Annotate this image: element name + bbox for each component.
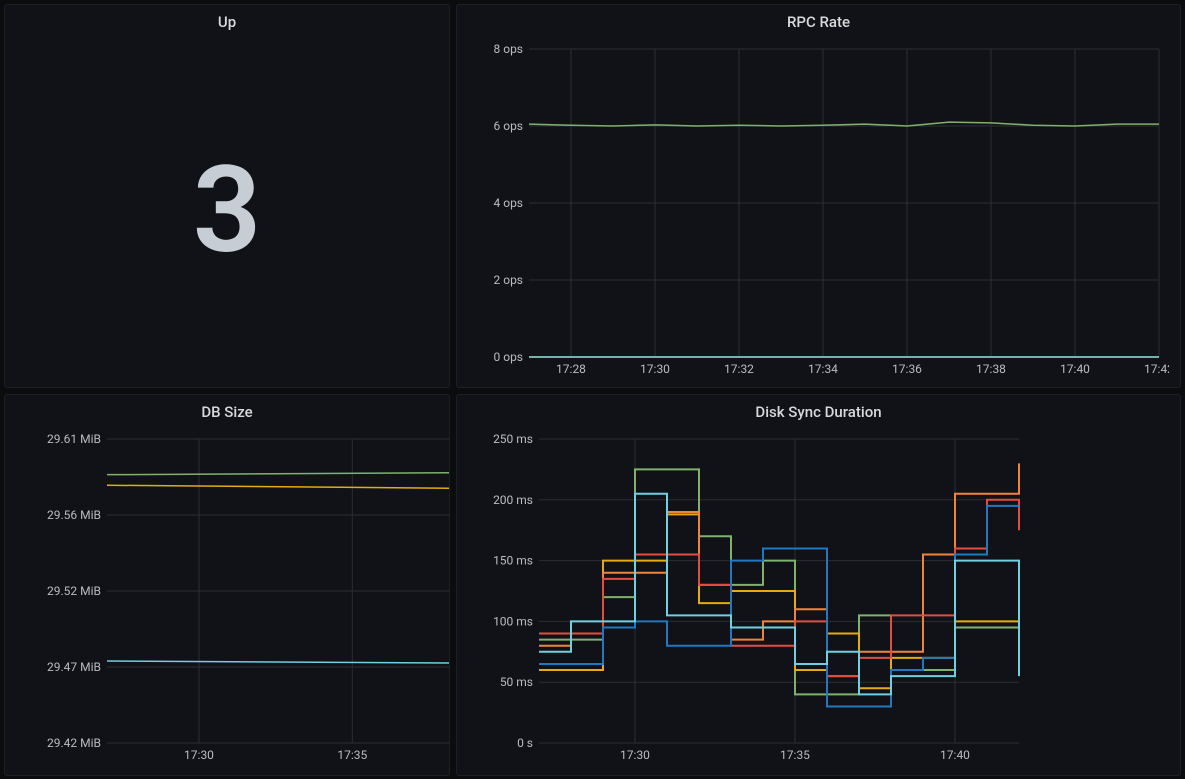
svg-text:2 ops: 2 ops [494,273,524,287]
panel-rpc-chart: 0 ops 2 ops 4 ops 6 ops 8 ops 17:28 17:30 17:32… [457,35,1180,387]
svg-text:17:32: 17:32 [724,362,754,376]
svg-text:17:34: 17:34 [808,362,838,376]
svg-text:250 ms: 250 ms [493,432,533,446]
db-lightblue [107,661,450,664]
svg-text:17:40: 17:40 [940,748,970,762]
db-yellow [107,485,450,489]
svg-text:0 s: 0 s [517,736,533,750]
panel-db-title: DB Size [5,395,449,425]
svg-text:50 ms: 50 ms [500,675,533,689]
svg-text:29.56 MiB: 29.56 MiB [47,508,101,522]
svg-text:200 ms: 200 ms [493,493,533,507]
panel-rpc-rate[interactable]: RPC Rate 0 ops 2 ops 4 ops 6 ops 8 ops 17:28 1… [456,4,1181,388]
svg-text:29.61 MiB: 29.61 MiB [47,432,101,446]
panel-disk-chart: 0 s 50 ms 100 ms 150 ms 200 ms 250 ms 17:30 17:… [457,425,1180,775]
panel-up[interactable]: Up 3 [4,4,450,388]
svg-text:17:30: 17:30 [640,362,670,376]
svg-text:17:28: 17:28 [556,362,586,376]
svg-text:17:30: 17:30 [184,748,214,762]
svg-text:17:42: 17:42 [1144,362,1169,376]
svg-text:8 ops: 8 ops [494,42,524,56]
panel-up-body: 3 [5,35,449,387]
svg-text:150 ms: 150 ms [493,554,533,568]
up-value: 3 [193,141,262,281]
svg-text:29.52 MiB: 29.52 MiB [47,584,101,598]
disk-green [539,469,1019,694]
disk-yellow [539,514,1019,688]
svg-text:17:35: 17:35 [780,748,810,762]
disk-red [539,500,1019,676]
panel-rpc-title: RPC Rate [457,5,1180,35]
svg-text:17:36: 17:36 [892,362,922,376]
panel-db-chart: 29.42 MiB 29.47 MiB 29.52 MiB 29.56 MiB 29.6… [5,425,449,775]
svg-text:0 ops: 0 ops [494,350,524,364]
svg-text:17:40: 17:40 [1060,362,1090,376]
panel-db-size[interactable]: DB Size 29.42 MiB 29.47 MiB 29.52 MiB 29.56… [4,394,450,776]
panel-up-title: Up [5,5,449,35]
svg-text:17:38: 17:38 [976,362,1006,376]
svg-text:6 ops: 6 ops [494,119,524,133]
db-green [107,472,450,475]
svg-text:100 ms: 100 ms [493,614,533,628]
disk-orange [539,463,1019,676]
svg-text:29.42 MiB: 29.42 MiB [47,736,101,750]
panel-disk-title: Disk Sync Duration [457,395,1180,425]
svg-text:4 ops: 4 ops [494,196,524,210]
panel-disk-sync[interactable]: Disk Sync Duration 0 s 50 ms 100 ms 150 ms 2… [456,394,1181,776]
disk-lightblue [539,494,1019,695]
rpc-green [529,122,1159,126]
svg-text:29.47 MiB: 29.47 MiB [47,660,101,674]
svg-text:17:30: 17:30 [620,748,650,762]
svg-text:17:35: 17:35 [337,748,367,762]
